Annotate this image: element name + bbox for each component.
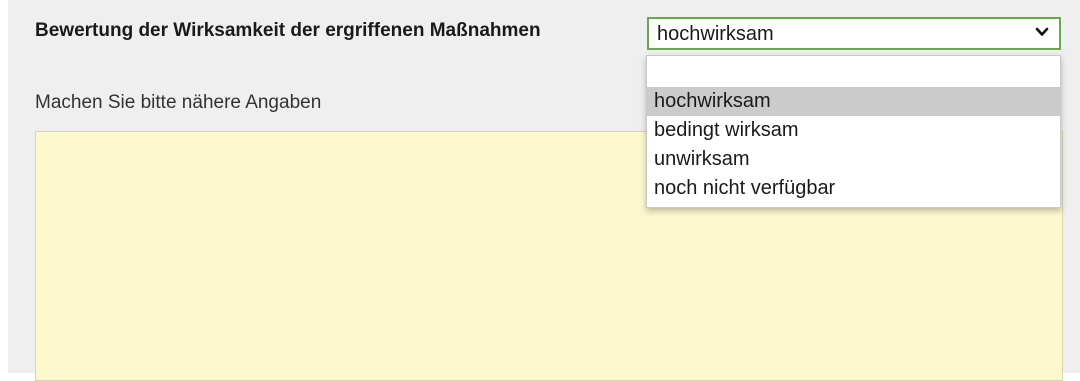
question-label: Bewertung der Wirksamkeit der ergriffene… <box>35 20 541 41</box>
details-label: Machen Sie bitte nähere Angaben <box>35 92 322 113</box>
dropdown-option-unwirksam[interactable]: unwirksam <box>647 145 1060 174</box>
dropdown-option-noch-nicht-verfuegbar[interactable]: noch nicht verfügbar <box>647 174 1060 203</box>
effectiveness-select[interactable]: hochwirksam <box>647 17 1061 50</box>
dropdown-option-bedingt-wirksam[interactable]: bedingt wirksam <box>647 116 1060 145</box>
dropdown-option-empty[interactable] <box>647 58 1060 87</box>
select-dropdown-list: hochwirksam bedingt wirksam unwirksam no… <box>646 55 1061 208</box>
dropdown-option-hochwirksam[interactable]: hochwirksam <box>647 87 1060 116</box>
chevron-down-icon <box>1035 27 1049 36</box>
select-current-value: hochwirksam <box>657 23 774 45</box>
